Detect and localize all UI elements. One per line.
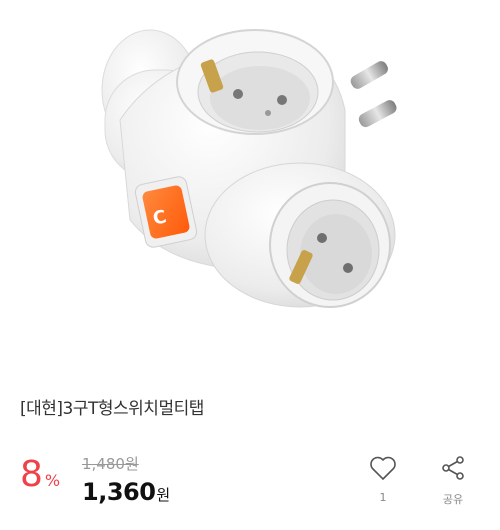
discount-rate: 8% — [20, 455, 60, 495]
share-button[interactable]: 공유 — [428, 455, 478, 507]
original-price: 1,480원 — [82, 455, 139, 473]
sale-price-amount: 1,360 — [82, 478, 156, 506]
like-count: 1 — [379, 491, 387, 504]
discount-value: 8 — [20, 454, 43, 495]
sale-price-currency: 원 — [156, 486, 171, 504]
discount-unit: % — [44, 471, 61, 490]
share-label: 공유 — [442, 493, 464, 506]
like-button[interactable]: 1 — [358, 455, 408, 504]
product-title[interactable]: [대현]3구T형스위치멀티탭 — [20, 394, 204, 419]
heart-icon — [370, 456, 396, 480]
share-icon — [442, 456, 464, 480]
power-strip-illustration: C — [101, 29, 397, 308]
product-image: C — [0, 0, 500, 362]
sale-price: 1,360원 — [82, 478, 170, 506]
